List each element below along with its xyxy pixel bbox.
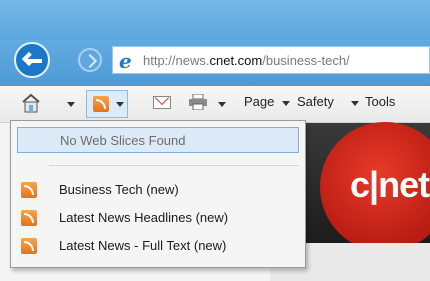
forward-button[interactable] [78, 48, 102, 72]
feeds-dropdown-chevron-down-icon[interactable] [116, 102, 124, 107]
feeds-button[interactable] [86, 90, 128, 118]
back-button[interactable] [14, 42, 50, 78]
tools-menu[interactable]: Tools [365, 94, 395, 109]
menu-item-latest-news-headlines[interactable]: Latest News Headlines (new) [17, 205, 299, 231]
home-dropdown-chevron-down-icon[interactable] [67, 102, 75, 107]
page-menu[interactable]: Page [244, 94, 274, 109]
safety-menu[interactable]: Safety [297, 94, 334, 109]
no-web-slices-item: No Web Slices Found [17, 127, 299, 153]
feeds-dropdown-menu: No Web Slices Found Business Tech (new) … [10, 120, 306, 268]
no-web-slices-label: No Web Slices Found [60, 133, 186, 148]
menu-item-label: Business Tech (new) [59, 182, 179, 197]
menu-item-business-tech[interactable]: Business Tech (new) [17, 177, 299, 203]
home-icon[interactable] [22, 93, 40, 113]
feed-icon [21, 238, 37, 254]
safety-menu-chevron-down-icon[interactable] [351, 101, 359, 106]
ie-logo-icon: e [119, 49, 132, 73]
print-dropdown-chevron-down-icon[interactable] [218, 102, 226, 107]
browser-titlebar [0, 0, 430, 40]
cnet-logo-text: c|net [350, 164, 430, 205]
feed-icon [21, 182, 37, 198]
feed-icon [93, 96, 109, 112]
print-icon[interactable] [188, 94, 208, 110]
menu-item-latest-news-full-text[interactable]: Latest News - Full Text (new) [17, 233, 299, 259]
page-menu-chevron-down-icon[interactable] [282, 101, 290, 106]
menu-separator [49, 165, 299, 166]
menu-item-label: Latest News Headlines (new) [59, 210, 229, 225]
feed-icon [21, 210, 37, 226]
address-url[interactable]: http://news.cnet.com/business-tech/ [143, 53, 350, 68]
menu-item-label: Latest News - Full Text (new) [59, 238, 227, 253]
mail-icon[interactable] [153, 96, 171, 109]
address-bar[interactable]: e http://news.cnet.com/business-tech/ [112, 46, 430, 74]
